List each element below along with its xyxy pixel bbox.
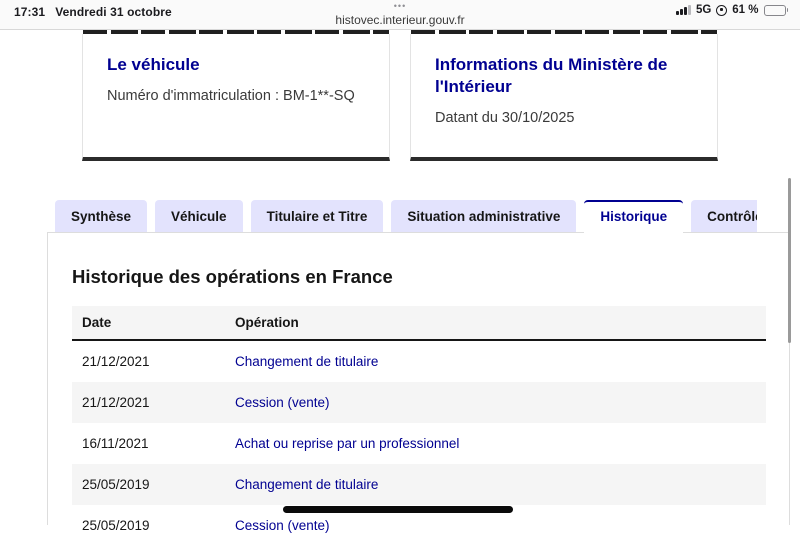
battery-percent-label: 61 %	[732, 4, 759, 16]
table-header-row: Date Opération	[72, 306, 766, 341]
table-row: 21/12/2021 Changement de titulaire	[72, 340, 766, 382]
page-scrollbar[interactable]	[788, 178, 791, 343]
cell-date: 25/05/2019	[72, 464, 225, 505]
tabs-bar: Synthèse Véhicule Titulaire et Titre Sit…	[55, 200, 757, 234]
operation-link[interactable]: Changement de titulaire	[235, 477, 378, 492]
card-body: Datant du 30/10/2025	[435, 110, 575, 127]
cell-date: 25/05/2019	[82, 518, 150, 533]
tab-synth-se[interactable]: Synthèse	[55, 200, 148, 233]
home-indicator[interactable]	[283, 506, 513, 513]
operation-link[interactable]: Achat ou reprise par un professionnel	[235, 436, 459, 451]
card-body: Numéro d'immatriculation : BM-1**-SQ	[107, 88, 355, 105]
section-title: Historique des opérations en France	[72, 266, 393, 287]
card-title: Le véhicule	[107, 55, 200, 74]
operation-link[interactable]: Cession (vente)	[235, 518, 330, 533]
tab-historique[interactable]: Historique	[584, 200, 684, 234]
browser-status-bar: 17:31 Vendredi 31 octobre ••• histovec.i…	[0, 0, 800, 30]
battery-icon	[763, 4, 788, 16]
tab-overflow-dots-icon[interactable]: •••	[394, 2, 406, 11]
tab-situation-administrative[interactable]: Situation administrative	[391, 200, 577, 233]
column-header-operation: Opération	[225, 306, 766, 341]
table-row: 25/05/2019 Changement de titulaire	[72, 464, 766, 505]
network-type-label: 5G	[695, 4, 712, 16]
cell-date: 21/12/2021	[72, 382, 225, 423]
tab-panel-historique: Historique des opérations en France Date…	[47, 232, 790, 533]
tab-titulaire-et-titre[interactable]: Titulaire et Titre	[250, 200, 384, 233]
table-row: 16/11/2021 Achat ou reprise par un profe…	[72, 423, 766, 464]
status-right: 5G 61 %	[676, 4, 788, 16]
tab-contr-les-techniques[interactable]: Contrôles techniques	[691, 200, 757, 233]
cell-date: 21/12/2021	[82, 354, 150, 369]
operation-link[interactable]: Cession (vente)	[235, 395, 330, 410]
card-vehicle: Le véhicule Numéro d'immatriculation : B…	[82, 34, 390, 161]
card-ministry-info: Informations du Ministère de l'Intérieur…	[410, 34, 718, 161]
orientation-lock-icon	[716, 4, 728, 16]
cellular-signal-icon	[676, 5, 691, 15]
url-address[interactable]: histovec.interieur.gouv.fr	[335, 14, 464, 26]
table-row: 21/12/2021 Cession (vente)	[72, 382, 766, 423]
tab-v-hicule[interactable]: Véhicule	[155, 200, 243, 233]
cell-date: 16/11/2021	[82, 436, 149, 451]
operation-link[interactable]: Changement de titulaire	[235, 354, 378, 369]
card-title: Informations du Ministère de l'Intérieur	[435, 55, 668, 97]
column-header-date: Date	[72, 306, 225, 341]
